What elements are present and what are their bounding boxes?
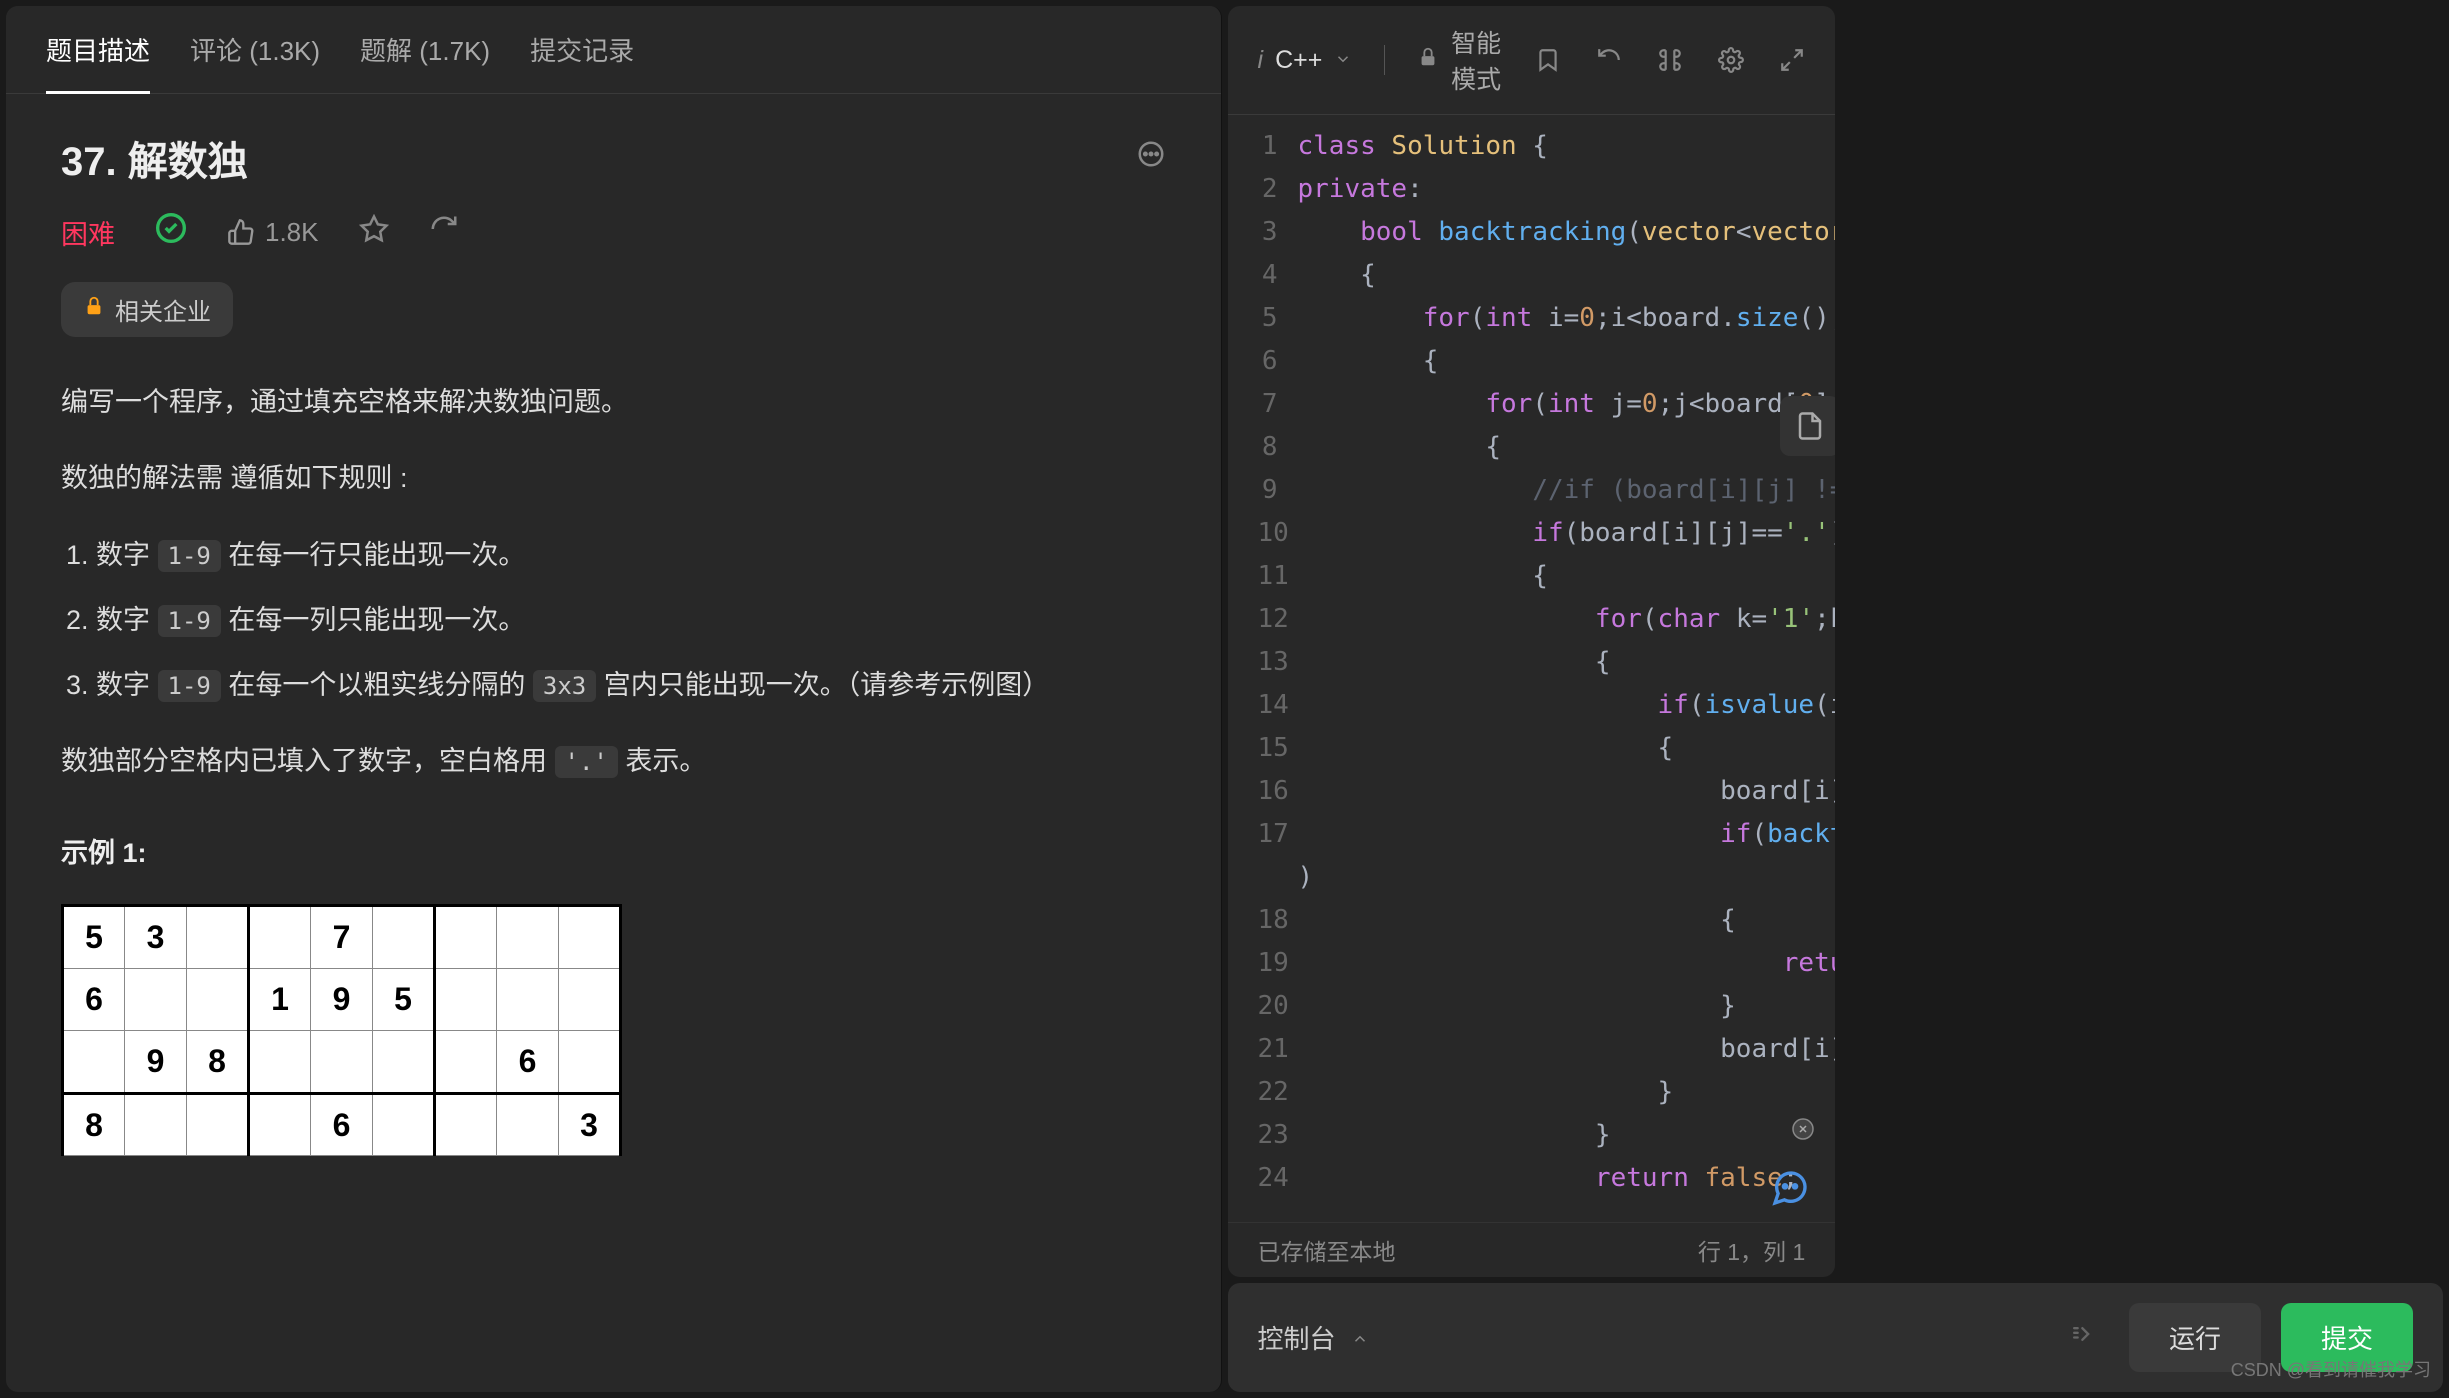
sudoku-cell (373, 1030, 435, 1093)
code-content[interactable]: class Solution {private: bool backtracki… (1298, 115, 1836, 1222)
sudoku-cell (497, 906, 559, 969)
editor-toolbar: i C++ 智能模式 (1228, 6, 1836, 115)
tab-comments[interactable]: 评论 (1.3K) (190, 6, 320, 93)
sudoku-cell: 9 (125, 1030, 187, 1093)
sudoku-cell (435, 968, 497, 1030)
save-status: 已存储至本地 (1258, 1233, 1396, 1267)
sudoku-cell (249, 1030, 311, 1093)
sudoku-cell: 6 (497, 1030, 559, 1093)
favorite-icon[interactable] (359, 214, 389, 251)
editor-panel: i C++ 智能模式 123456789101 (1228, 6, 1836, 1277)
tab-submissions[interactable]: 提交记录 (530, 6, 634, 93)
sudoku-cell (249, 1093, 311, 1156)
sudoku-cell (187, 1093, 249, 1156)
language-selector[interactable]: i C++ (1258, 46, 1353, 75)
sudoku-cell: 8 (187, 1030, 249, 1093)
sudoku-cell: 6 (63, 968, 125, 1030)
problem-tabs: 题目描述 评论 (1.3K) 题解 (1.7K) 提交记录 (6, 6, 1221, 94)
like-count: 1.8K (265, 217, 319, 248)
problem-title: 37. 解数独 (61, 129, 248, 187)
lock-icon (83, 295, 105, 324)
sudoku-cell (311, 1030, 373, 1093)
sudoku-cell (435, 1093, 497, 1156)
solved-check-icon (155, 212, 187, 252)
editor-wrapper: i C++ 智能模式 123456789101 (1228, 6, 2444, 1392)
gutter: 1234567891011121314151617 18192021222324 (1228, 115, 1298, 1222)
rule-item: 数字 1-9 在每一个以粗实线分隔的 3x3 宫内只能出现一次。（请参考示例图） (96, 660, 1166, 711)
problem-content: 37. 解数独 困难 1.8K 相关企业 (6, 94, 1221, 1392)
example-title: 示例 1: (61, 828, 1166, 879)
tab-solutions[interactable]: 题解 (1.7K) (360, 6, 490, 93)
sudoku-cell: 7 (311, 906, 373, 969)
divider (1384, 45, 1385, 75)
sudoku-cell (125, 968, 187, 1030)
more-menu-icon[interactable] (1136, 139, 1166, 177)
rules-list: 数字 1-9 在每一行只能出现一次。 数字 1-9 在每一列只能出现一次。 数字… (61, 530, 1166, 712)
bookmark-icon[interactable] (1535, 47, 1561, 73)
chevron-down-icon (1334, 46, 1352, 75)
smart-mode-toggle[interactable]: 智能模式 (1417, 24, 1515, 96)
settings-icon[interactable] (1718, 47, 1744, 73)
fullscreen-icon[interactable] (1779, 47, 1805, 73)
sudoku-cell (373, 906, 435, 969)
problem-description: 编写一个程序，通过填充空格来解决数独问题。 数独的解法需 遵循如下规则 : 数字… (61, 377, 1166, 1156)
sudoku-cell: 1 (249, 968, 311, 1030)
rule-item: 数字 1-9 在每一列只能出现一次。 (96, 595, 1166, 646)
sudoku-cell (497, 968, 559, 1030)
watermark: CSDN @看到请催我学习 (2231, 1356, 2431, 1382)
sudoku-cell (249, 906, 311, 969)
desc-tail: 数独部分空格内已填入了数字，空白格用 '.' 表示。 (61, 736, 1166, 787)
smart-mode-label: 智能模式 (1451, 24, 1515, 96)
editor-status-bar: 已存储至本地 行 1，列 1 (1228, 1222, 1836, 1277)
sudoku-board: 5376195986863 (61, 904, 622, 1156)
console-toggle[interactable]: 控制台 (1258, 1319, 1369, 1356)
chevron-up-icon (1351, 1324, 1369, 1354)
sudoku-cell: 6 (311, 1093, 373, 1156)
difficulty-badge: 困难 (61, 213, 115, 252)
cursor-position: 行 1，列 1 (1698, 1233, 1805, 1267)
like-button[interactable]: 1.8K (227, 217, 319, 248)
sudoku-cell: 5 (373, 968, 435, 1030)
sudoku-cell: 3 (125, 906, 187, 969)
problem-panel: 题目描述 评论 (1.3K) 题解 (1.7K) 提交记录 37. 解数独 困难… (6, 6, 1222, 1392)
share-icon[interactable] (429, 214, 459, 251)
sudoku-cell (63, 1030, 125, 1093)
reset-icon[interactable] (1596, 47, 1622, 73)
sudoku-cell (435, 906, 497, 969)
sudoku-cell: 8 (63, 1093, 125, 1156)
close-chat-icon[interactable] (1791, 1117, 1815, 1147)
company-tag[interactable]: 相关企业 (61, 282, 233, 337)
sudoku-cell (187, 968, 249, 1030)
notes-side-button[interactable] (1780, 396, 1835, 456)
sudoku-cell (497, 1093, 559, 1156)
sudoku-cell (435, 1030, 497, 1093)
sudoku-cell (125, 1093, 187, 1156)
tab-description[interactable]: 题目描述 (46, 6, 150, 93)
sudoku-cell (559, 906, 621, 969)
sudoku-cell: 3 (559, 1093, 621, 1156)
desc-rules-header: 数独的解法需 遵循如下规则 : (61, 453, 1166, 504)
company-tag-label: 相关企业 (115, 292, 211, 327)
sudoku-cell (559, 1030, 621, 1093)
chat-icon[interactable] (1770, 1168, 1810, 1217)
sudoku-cell: 5 (63, 906, 125, 969)
debug-icon[interactable] (2066, 1320, 2094, 1355)
shortcuts-icon[interactable] (1657, 47, 1683, 73)
sudoku-cell (373, 1093, 435, 1156)
lock-icon (1417, 46, 1439, 75)
rule-item: 数字 1-9 在每一行只能出现一次。 (96, 530, 1166, 581)
sudoku-cell (187, 906, 249, 969)
code-editor[interactable]: 1234567891011121314151617 18192021222324… (1228, 115, 1836, 1222)
sudoku-cell: 9 (311, 968, 373, 1030)
language-label: C++ (1275, 46, 1322, 75)
sudoku-cell (559, 968, 621, 1030)
desc-intro: 编写一个程序，通过填充空格来解决数独问题。 (61, 377, 1166, 428)
